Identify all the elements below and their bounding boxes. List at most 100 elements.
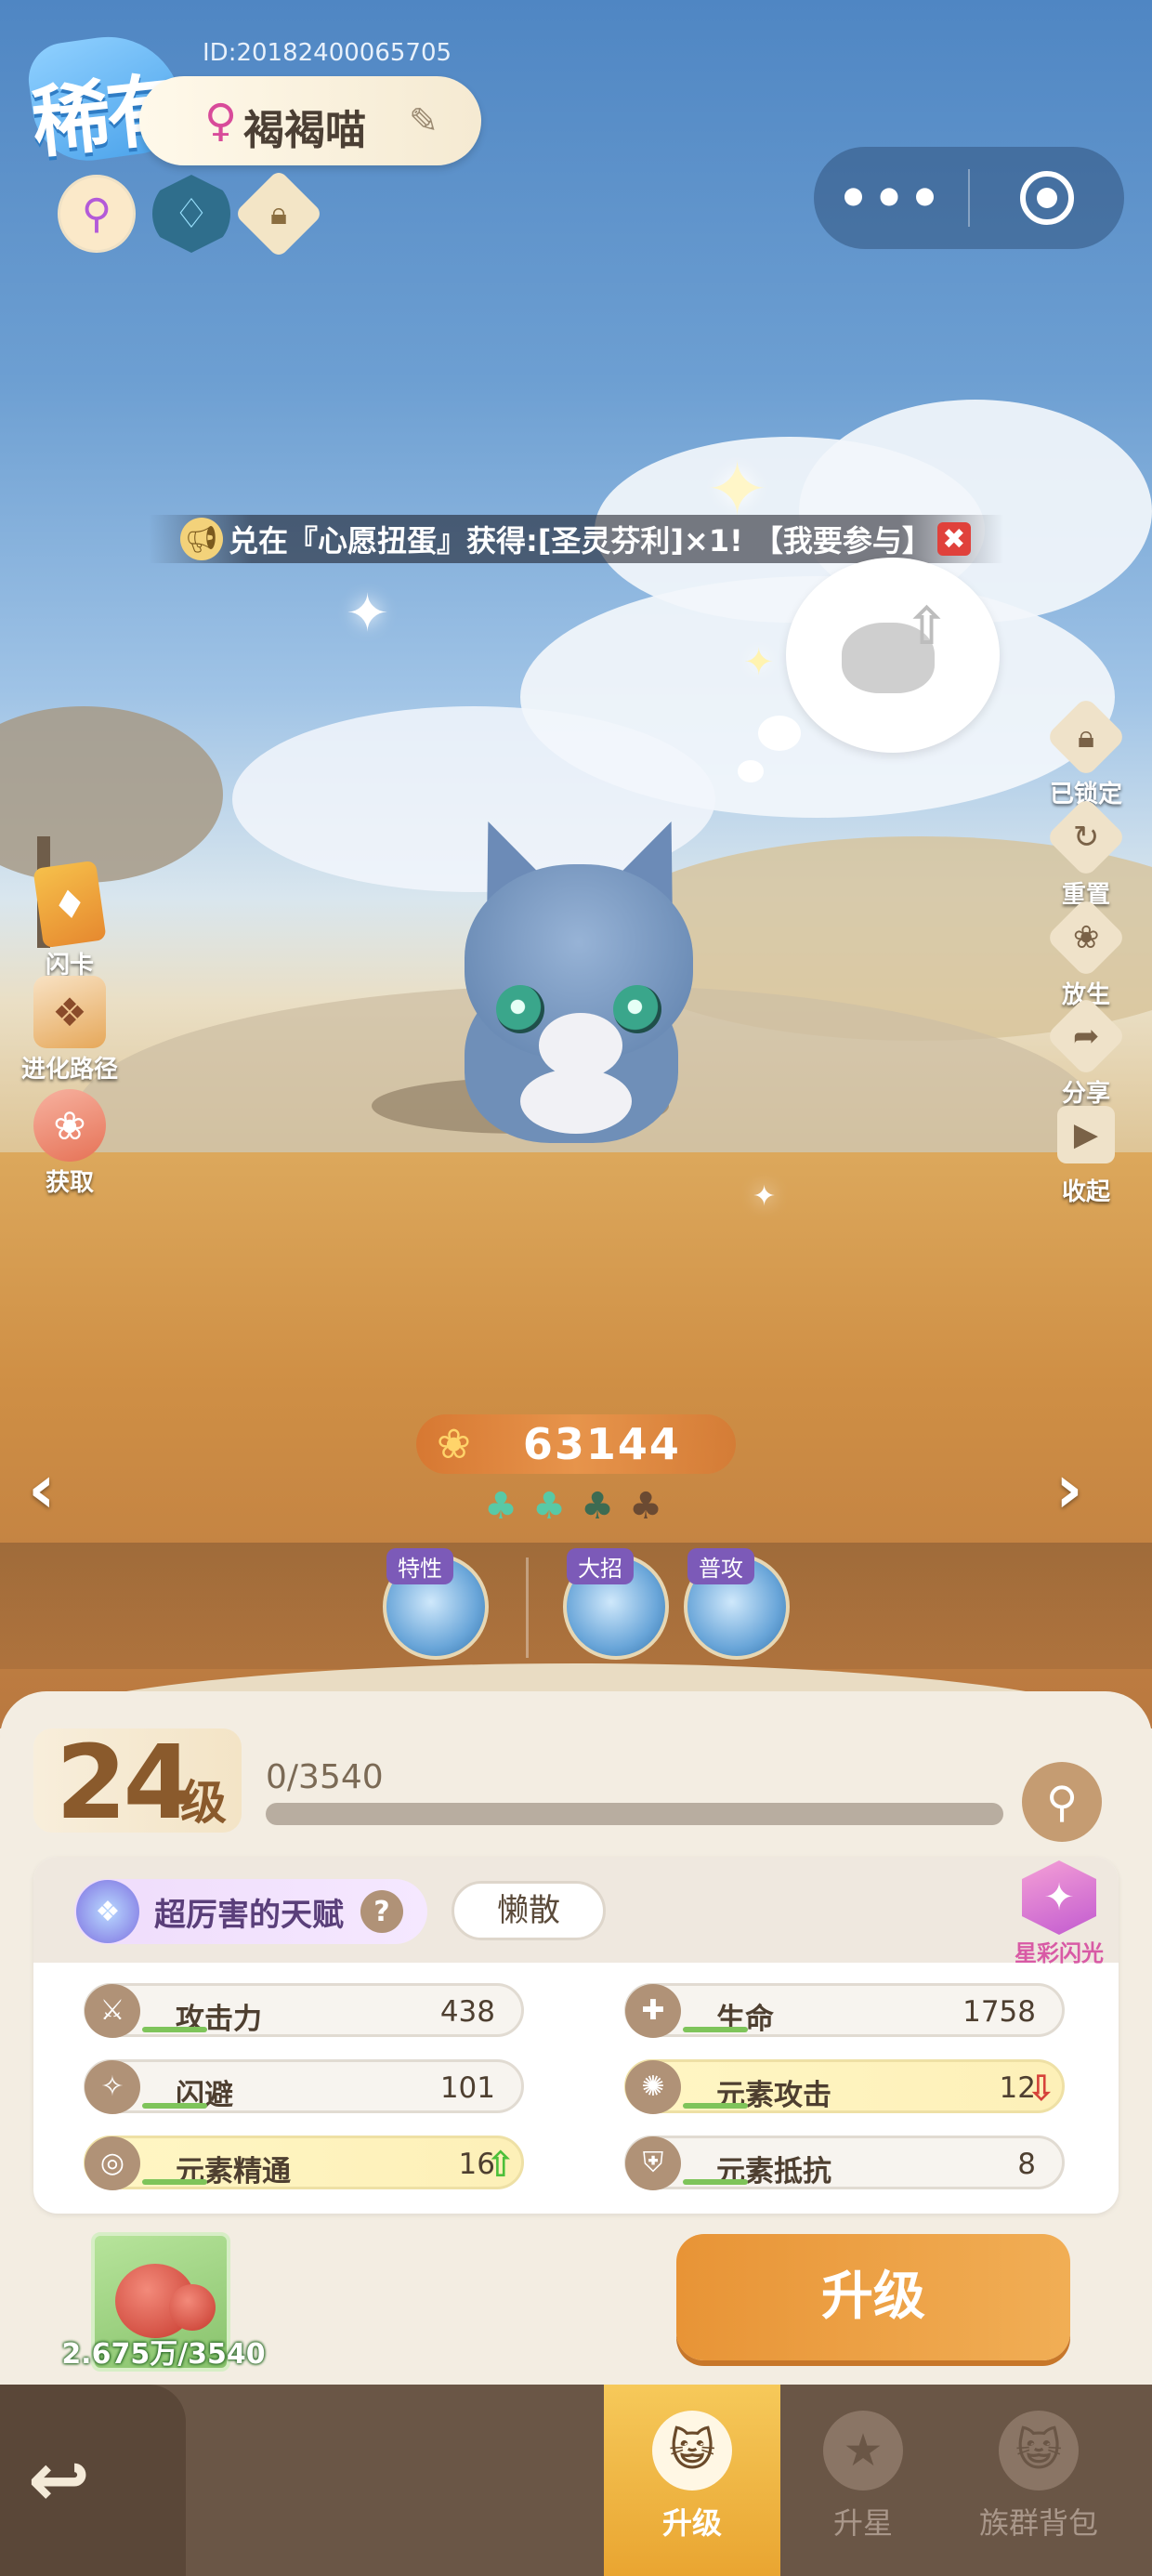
material-count: 2.675万/3540 [61, 2338, 266, 2371]
stat-row: ✚ 生命 1758 [624, 1983, 1065, 2038]
stat-value: 1758 [962, 1995, 1036, 2029]
release-paw-icon: ❀ [1045, 897, 1127, 979]
stat-bar [142, 2103, 207, 2109]
stat-value: 16 [458, 2148, 495, 2181]
next-pet-arrow-icon[interactable]: › [1055, 1450, 1120, 1528]
water-element-icon[interactable]: ♢ [152, 175, 230, 253]
side-item-share[interactable]: ➦ 分享 [1026, 995, 1146, 1109]
talent-label: 超厉害的天赋 [154, 1896, 344, 1934]
side-item-label: 收起 [1061, 1178, 1110, 1206]
prev-pet-arrow-icon[interactable]: ‹ [28, 1450, 93, 1528]
tree [0, 706, 223, 883]
stat-bar [683, 2027, 748, 2032]
evolution-book-icon: ❖ [33, 976, 106, 1048]
star-shine-label: 星彩闪光 [1015, 1940, 1104, 1966]
clover-icon: ♣ [532, 1485, 566, 1528]
clover-icon: ♣ [629, 1485, 662, 1528]
pet-name-pill[interactable]: ♀ 褐褐喵 ✎ [139, 76, 481, 165]
lock-icon[interactable]: 🔒︎ [233, 168, 324, 259]
cat-face-icon: 😺︎ [652, 2411, 732, 2491]
back-arrow-icon[interactable]: ↩ [28, 2437, 130, 2523]
tab-label: 升级 [661, 2505, 722, 2541]
stat-bar [683, 2179, 748, 2185]
up-arrow-icon: ⇧ [486, 2144, 516, 2185]
tab-clan-bag[interactable]: 😺︎ 族群背包 [946, 2385, 1132, 2576]
help-icon[interactable]: ? [360, 1890, 403, 1933]
side-item-label: 进化路径 [20, 1056, 118, 1084]
level-unit: 级 [180, 1776, 227, 1830]
heart-plus-icon: ✚ [625, 1984, 681, 2038]
shield-icon: ⛨ [625, 2136, 681, 2190]
share-icon: ➦ [1045, 995, 1127, 1077]
reset-icon: ↻ [1045, 796, 1127, 878]
star-shine-icon: ✦ [1022, 1860, 1096, 1935]
pet-chest [520, 1069, 632, 1134]
more-button[interactable]: ••• [814, 169, 968, 228]
pet-muzzle [539, 1013, 622, 1078]
side-item-flash-card[interactable]: ♦ 闪卡 [9, 860, 130, 980]
talent-gem-icon: ❖ [76, 1880, 139, 1943]
clover-icon: ♣ [484, 1485, 517, 1528]
paw-icon: ❀ [437, 1420, 471, 1468]
skill-ultimate[interactable]: 大招 [563, 1548, 669, 1660]
skill-label: 特性 [386, 1548, 453, 1584]
clover-icon: ♣ [581, 1485, 614, 1528]
side-item-locked[interactable]: 🔒︎ 已锁定 [1026, 696, 1146, 809]
side-item-collapse[interactable]: ▶ 收起 [1026, 1097, 1146, 1207]
pet-name: 褐褐喵 [243, 107, 366, 154]
stat-value: 12 [999, 2071, 1036, 2105]
side-item-evolution[interactable]: ❖ 进化路径 [9, 976, 130, 1084]
magnifier-icon[interactable]: ⚲ [1022, 1762, 1102, 1842]
female-gender-icon: ♀ [204, 95, 238, 147]
exp-progress-bar [266, 1803, 1003, 1825]
thought-bubble[interactable]: ⇧ [738, 558, 1000, 782]
stat-row: ⚔ 攻击力 438 [84, 1983, 524, 2038]
skill-label: 普攻 [687, 1548, 754, 1584]
side-item-release[interactable]: ❀ 放生 [1026, 897, 1146, 1010]
stat-row: ✺ 元素攻击 12 ⇩ [624, 2059, 1065, 2114]
upgrade-button[interactable]: 升级 [676, 2234, 1070, 2360]
talent-badge[interactable]: ❖ 超厉害的天赋 ? [74, 1879, 427, 1944]
collapse-icon: ▶ [1057, 1106, 1115, 1163]
sparkle-icon: ✦ [743, 641, 775, 684]
bubble-tail [758, 716, 801, 751]
sparkle-icon: ✦ [346, 584, 389, 644]
pencil-icon[interactable]: ✎ [409, 100, 439, 141]
clover-rating: ♣ ♣ ♣ ♣ [479, 1485, 667, 1528]
marquee-message[interactable]: 兑在『心愿扭蛋』获得:[圣灵芬利]×1! 【我要参与】 [229, 518, 932, 560]
star-icon: ★ [823, 2411, 903, 2491]
close-marquee-button[interactable]: ✖ [936, 522, 971, 556]
meat-icon [169, 2284, 216, 2331]
paw-icon: ❀ [33, 1089, 106, 1162]
element-mastery-icon: ◎ [85, 2136, 140, 2190]
bubble-tail [738, 760, 764, 782]
key-icon[interactable]: ⚲ [58, 175, 136, 253]
tab-label: 族群背包 [978, 2505, 1098, 2541]
skill-normal-attack[interactable]: 普攻 [684, 1548, 790, 1660]
down-arrow-icon: ⇩ [1027, 2068, 1056, 2109]
tab-star-up[interactable]: ★ 升星 [775, 2385, 951, 2576]
pet-id: ID:20182400065705 [203, 39, 452, 67]
pet-tag-row: ⚲ ♢ 🔒︎ [58, 168, 324, 259]
skill-separator [526, 1557, 529, 1658]
pet-eye [496, 985, 544, 1033]
exp-text: 0/3540 [266, 1758, 384, 1796]
level-number: 24 [56, 1723, 194, 1842]
target-icon[interactable] [970, 171, 1124, 225]
tab-upgrade[interactable]: 😺︎ 升级 [604, 2385, 780, 2576]
side-item-obtain[interactable]: ❀ 获取 [9, 1089, 130, 1198]
stat-row: ✧ 闪避 101 [84, 2059, 524, 2114]
mini-program-capsule: ••• [814, 147, 1124, 249]
stat-row: ⛨ 元素抵抗 8 [624, 2136, 1065, 2190]
skill-trait[interactable]: 特性 [383, 1548, 489, 1660]
personality-trait[interactable]: 懒散 [452, 1881, 606, 1940]
stat-bar [683, 2103, 748, 2109]
star-shine-badge[interactable]: ✦ 星彩闪光 [1003, 1860, 1115, 1967]
stat-value: 438 [439, 1995, 495, 2029]
tab-label: 升星 [832, 2505, 893, 2541]
level-up-arrow-icon: ⇧ [905, 597, 949, 657]
broadcast-marquee[interactable]: 📢︎ 兑在『心愿扭蛋』获得:[圣灵芬利]×1! 【我要参与】 ✖ [149, 515, 1003, 563]
side-item-reset[interactable]: ↻ 重置 [1026, 796, 1146, 910]
element-attack-icon: ✺ [625, 2060, 681, 2114]
stat-value: 101 [439, 2071, 495, 2105]
